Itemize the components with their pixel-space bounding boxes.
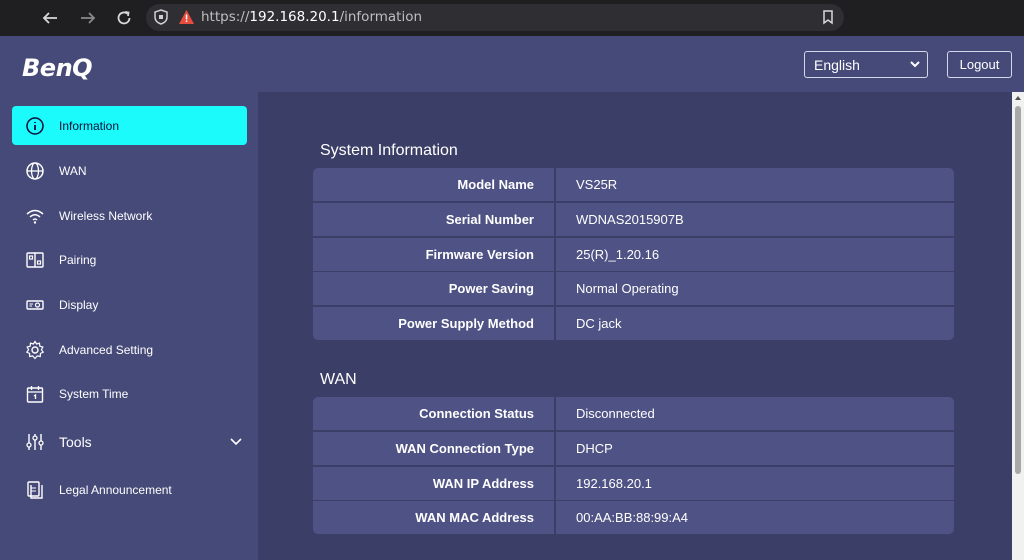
table-row: Serial Number WDNAS2015907B bbox=[313, 202, 954, 238]
browser-toolbar: https://192.168.20.1/information bbox=[0, 0, 1024, 36]
section-title-system-information: System Information bbox=[320, 142, 458, 159]
language-selected-value: English bbox=[814, 56, 860, 73]
table-row: WAN MAC Address 00:AA:BB:88:99:A4 bbox=[313, 501, 954, 536]
language-select[interactable]: English bbox=[804, 51, 928, 78]
row-label: Firmware Version bbox=[313, 237, 554, 271]
row-label: Power Supply Method bbox=[313, 307, 554, 341]
sidebar-item-label: Information bbox=[59, 118, 120, 133]
row-label: Connection Status bbox=[313, 397, 554, 430]
table-row: WAN Connection Type DHCP bbox=[313, 431, 954, 467]
sidebar-item-system-time[interactable]: System Time bbox=[12, 374, 247, 413]
sidebar-item-label: System Time bbox=[59, 386, 129, 401]
shield-icon[interactable] bbox=[154, 9, 168, 25]
chevron-down-icon bbox=[230, 438, 242, 446]
logout-button[interactable]: Logout bbox=[947, 51, 1012, 78]
info-icon bbox=[25, 116, 45, 136]
globe-icon bbox=[25, 161, 45, 181]
url-path: /information bbox=[339, 9, 423, 25]
app-header: BenQ English Logout bbox=[0, 36, 1024, 92]
display-icon bbox=[25, 295, 45, 315]
reload-button[interactable] bbox=[112, 6, 136, 30]
back-button[interactable] bbox=[38, 6, 62, 30]
wan-table: Connection Status Disconnected WAN Connec… bbox=[313, 397, 954, 536]
url-scheme: https:// bbox=[201, 9, 250, 25]
row-label: Power Saving bbox=[313, 272, 554, 306]
address-bar[interactable]: https://192.168.20.1/information bbox=[146, 4, 844, 31]
sidebar-item-label: Wireless Network bbox=[59, 208, 153, 223]
row-value: DHCP bbox=[556, 431, 954, 465]
row-value: DC jack bbox=[556, 307, 954, 341]
sidebar-item-legal-announcement[interactable]: Legal Announcement bbox=[12, 470, 247, 509]
sidebar-item-wireless-network[interactable]: Wireless Network bbox=[12, 196, 247, 235]
table-row: Power Saving Normal Operating bbox=[313, 272, 954, 307]
row-value: 00:AA:BB:88:99:A4 bbox=[556, 501, 954, 535]
calendar-icon bbox=[25, 384, 45, 404]
sliders-icon bbox=[25, 432, 45, 452]
back-arrow-icon bbox=[42, 12, 57, 24]
sidebar-item-advanced-setting[interactable]: Advanced Setting bbox=[12, 330, 247, 369]
sidebar-item-information[interactable]: Information bbox=[12, 106, 247, 145]
table-row: Connection Status Disconnected bbox=[313, 397, 954, 432]
reload-icon bbox=[117, 11, 131, 25]
sidebar-item-label: Display bbox=[59, 297, 99, 312]
section-title-wan: WAN bbox=[320, 371, 357, 388]
sidebar-item-label: Legal Announcement bbox=[59, 482, 172, 497]
scrollbar-thumb[interactable] bbox=[1015, 106, 1021, 474]
scroll-up-icon[interactable] bbox=[1015, 95, 1021, 101]
row-label: WAN MAC Address bbox=[313, 501, 554, 535]
wifi-icon bbox=[25, 206, 45, 226]
row-value: Normal Operating bbox=[556, 272, 954, 306]
warning-icon[interactable] bbox=[178, 9, 195, 25]
document-icon bbox=[25, 480, 45, 500]
gear-icon bbox=[25, 340, 45, 360]
sidebar-item-wan[interactable]: WAN bbox=[12, 151, 247, 190]
benq-logo: BenQ bbox=[22, 54, 93, 82]
row-label: WAN IP Address bbox=[313, 466, 554, 500]
bookmark-icon[interactable] bbox=[820, 9, 836, 25]
row-value: 25(R)_1.20.16 bbox=[556, 237, 954, 271]
table-row: Model Name VS25R bbox=[313, 168, 954, 203]
url-text[interactable]: https://192.168.20.1/information bbox=[201, 9, 422, 25]
pairing-icon bbox=[25, 250, 45, 270]
row-value: 192.168.20.1 bbox=[556, 466, 954, 500]
forward-button[interactable] bbox=[76, 6, 100, 30]
forward-arrow-icon bbox=[81, 12, 96, 24]
row-label: Model Name bbox=[313, 168, 554, 201]
row-value: WDNAS2015907B bbox=[556, 202, 954, 236]
row-label: WAN Connection Type bbox=[313, 431, 554, 465]
sidebar-item-tools[interactable]: Tools bbox=[12, 422, 247, 461]
sidebar-item-label: Advanced Setting bbox=[59, 342, 154, 357]
table-row: Power Supply Method DC jack bbox=[313, 307, 954, 342]
sidebar-item-label: Tools bbox=[59, 433, 92, 450]
sidebar-item-display[interactable]: Display bbox=[12, 285, 247, 324]
table-row: WAN IP Address 192.168.20.1 bbox=[313, 466, 954, 502]
url-host: 192.168.20.1 bbox=[249, 9, 340, 25]
row-value: Disconnected bbox=[556, 397, 954, 430]
row-value: VS25R bbox=[556, 168, 954, 201]
sidebar-item-label: WAN bbox=[59, 163, 87, 178]
sidebar-item-pairing[interactable]: Pairing bbox=[12, 240, 247, 279]
system-information-table: Model Name VS25R Serial Number WDNAS201590… bbox=[313, 168, 954, 342]
row-label: Serial Number bbox=[313, 202, 554, 236]
vertical-scrollbar[interactable] bbox=[1012, 92, 1024, 560]
sidebar: Information WAN Wireless Network Pairing… bbox=[0, 92, 258, 560]
sidebar-item-label: Pairing bbox=[59, 252, 97, 267]
chevron-down-icon bbox=[910, 61, 920, 68]
table-row: Firmware Version 25(R)_1.20.16 bbox=[313, 237, 954, 273]
